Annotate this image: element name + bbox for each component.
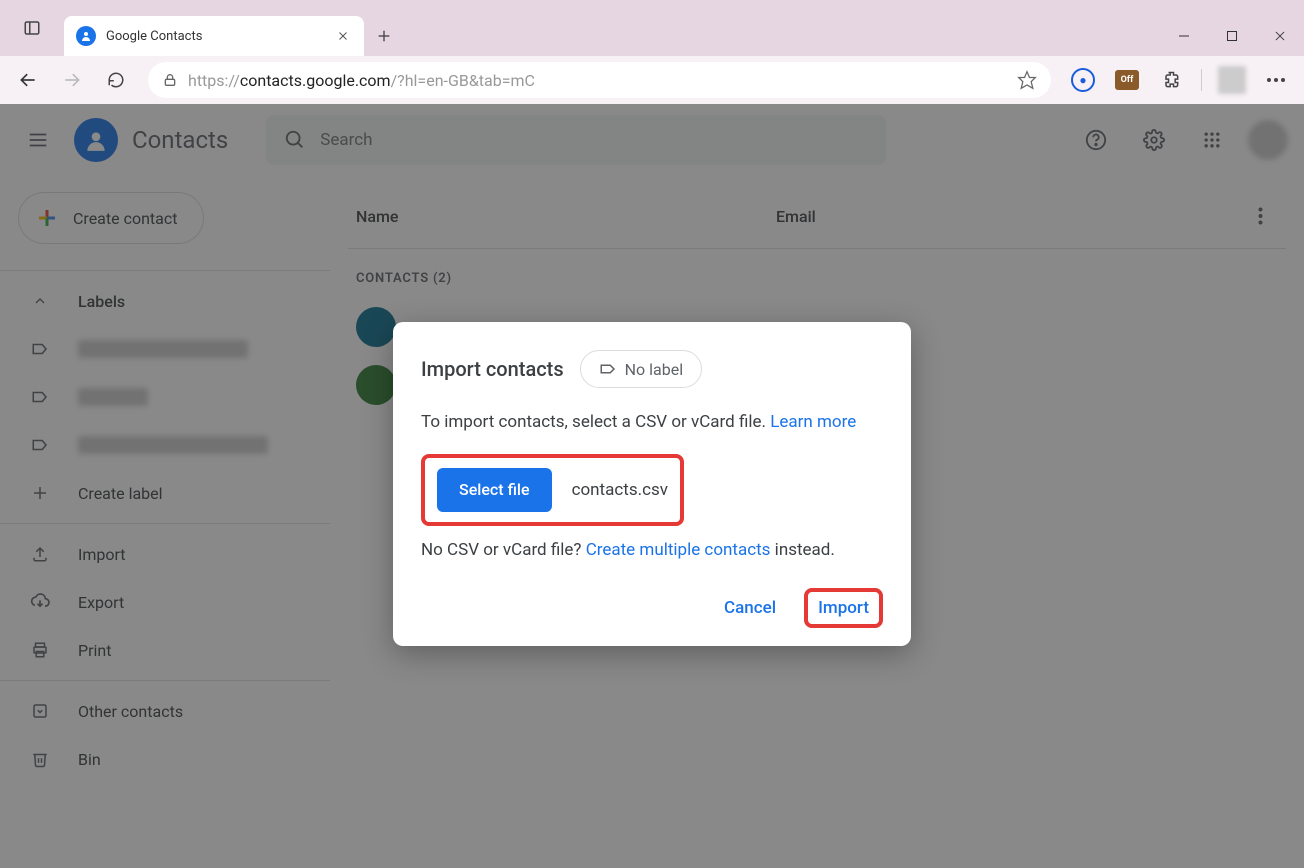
maximize-button[interactable] (1208, 16, 1256, 56)
tab-close-button[interactable] (334, 27, 352, 45)
select-file-button[interactable]: Select file (437, 468, 552, 512)
dialog-footer: Cancel Import (421, 588, 883, 628)
tab-title: Google Contacts (106, 29, 324, 44)
minimize-button[interactable] (1160, 16, 1208, 56)
browser-tab[interactable]: Google Contacts (64, 16, 364, 56)
dialog-instruction: To import contacts, select a CSV or vCar… (421, 410, 883, 436)
file-select-highlight: Select file contacts.csv (421, 454, 684, 526)
label-icon (599, 360, 617, 378)
learn-more-link[interactable]: Learn more (770, 412, 856, 432)
more-button[interactable] (1256, 60, 1296, 100)
tab-actions-button[interactable] (18, 14, 46, 42)
label-selector[interactable]: No label (580, 350, 702, 388)
lock-icon (162, 72, 178, 88)
cancel-button[interactable]: Cancel (718, 590, 782, 626)
import-dialog: Import contacts No label To import conta… (393, 322, 911, 646)
new-tab-button[interactable] (364, 16, 404, 56)
favorite-button[interactable] (1017, 70, 1037, 90)
dialog-title: Import contacts (421, 357, 564, 381)
address-bar[interactable]: https://contacts.google.com/?hl=en-GB&ta… (148, 62, 1051, 98)
browser-titlebar: Google Contacts (0, 0, 1304, 56)
import-button[interactable]: Import (818, 598, 869, 618)
dialog-layer: Import contacts No label To import conta… (0, 104, 1304, 868)
import-highlight: Import (804, 588, 883, 628)
dialog-alt-text: No CSV or vCard file? Create multiple co… (421, 540, 883, 560)
page-viewport: Contacts Create contact (0, 104, 1304, 868)
reload-button[interactable] (96, 60, 136, 100)
url-text: https://contacts.google.com/?hl=en-GB&ta… (188, 71, 535, 90)
create-multiple-link[interactable]: Create multiple contacts (586, 540, 771, 560)
side-panel-area (0, 0, 64, 56)
selected-filename: contacts.csv (572, 480, 668, 500)
profile-button[interactable] (1212, 60, 1252, 100)
close-window-button[interactable] (1256, 16, 1304, 56)
window-controls (1160, 16, 1304, 56)
onepassword-extension[interactable]: ● (1063, 60, 1103, 100)
separator (1201, 69, 1202, 91)
coupon-extension[interactable]: Off (1107, 60, 1147, 100)
forward-button[interactable] (52, 60, 92, 100)
back-button[interactable] (8, 60, 48, 100)
browser-toolbar: https://contacts.google.com/?hl=en-GB&ta… (0, 56, 1304, 104)
extensions-button[interactable] (1151, 60, 1191, 100)
tab-favicon (76, 26, 96, 46)
